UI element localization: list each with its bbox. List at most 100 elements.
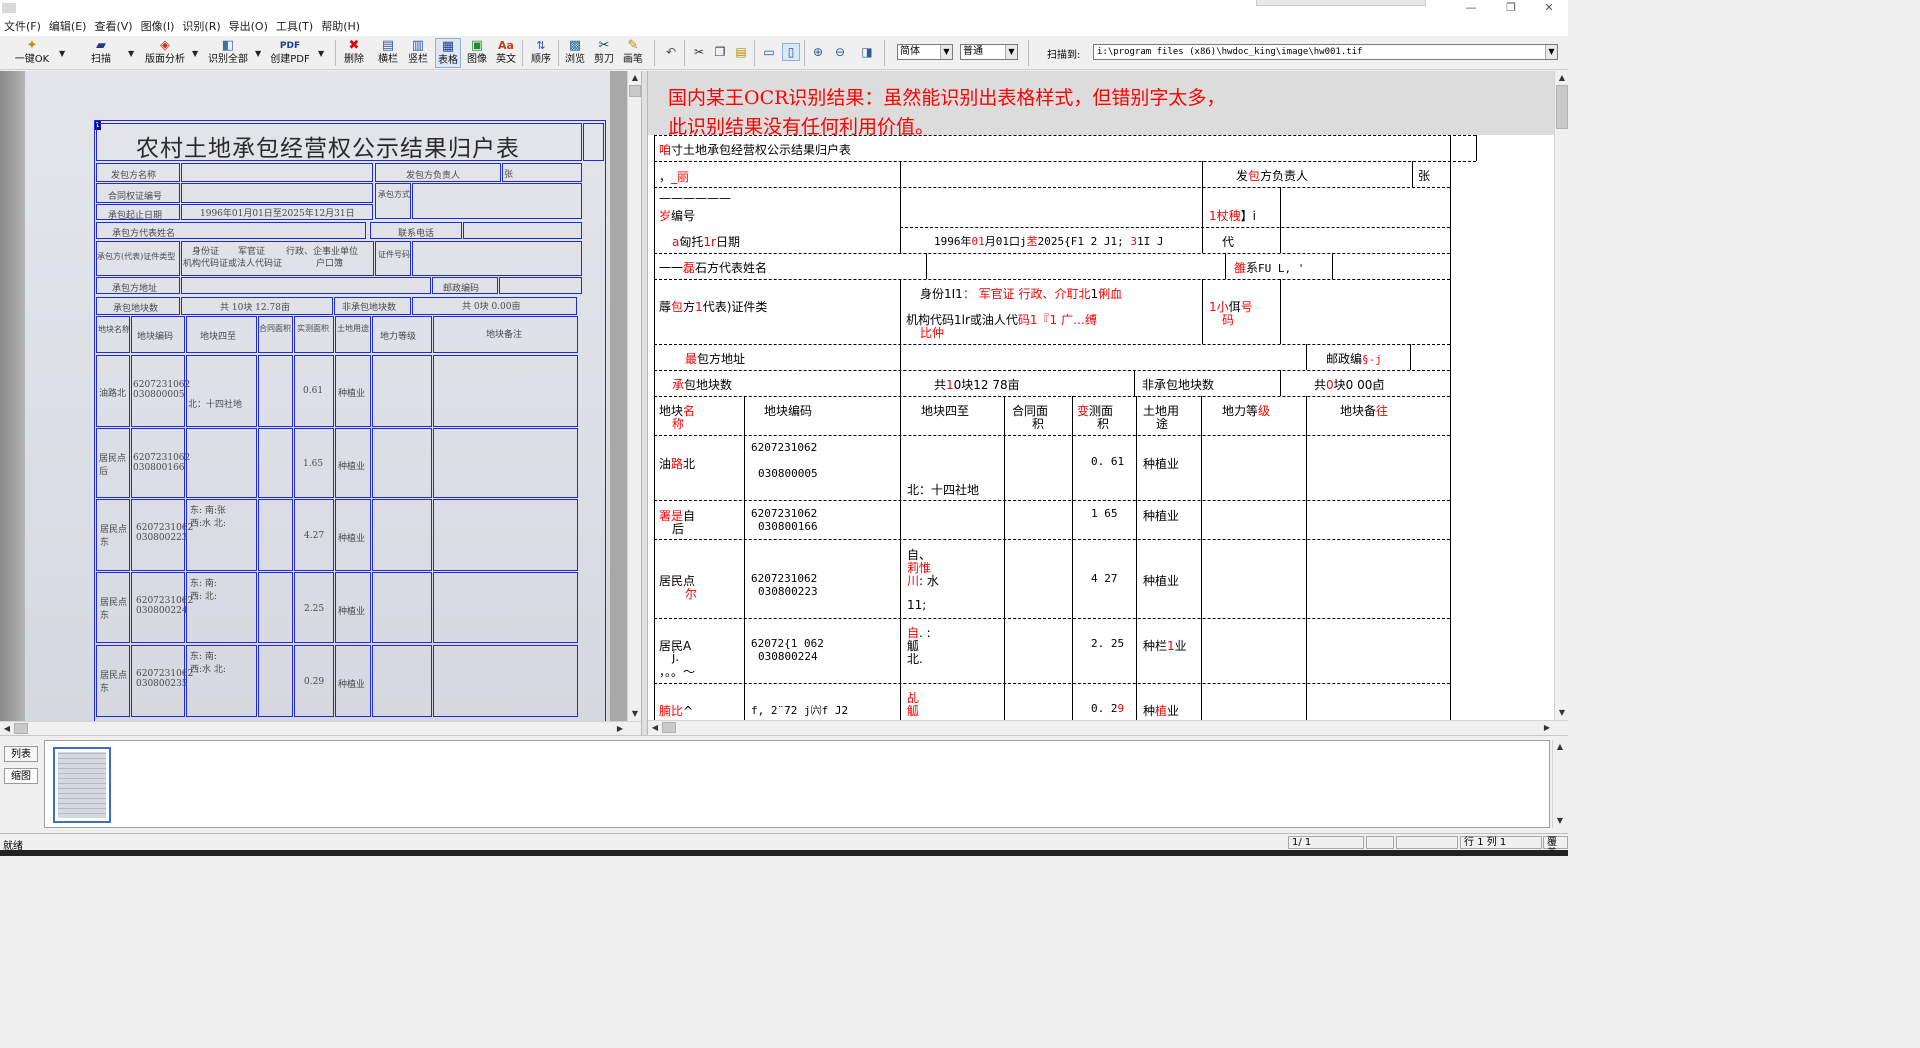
- region-box[interactable]: [433, 355, 578, 427]
- delete-button[interactable]: ✖ 删除: [342, 38, 366, 68]
- cut-icon[interactable]: ✂: [690, 43, 708, 61]
- region-box[interactable]: [186, 355, 257, 427]
- region-box[interactable]: [372, 572, 432, 643]
- zoom-out-icon[interactable]: ⊖: [831, 43, 849, 61]
- scan-button[interactable]: ▰ 扫描: [86, 38, 116, 68]
- result-pane[interactable]: 国内某王OCR识别结果：虽然能识别出表格样式，但错别字太多， 此识别结果没有任何…: [648, 71, 1554, 720]
- menu-view[interactable]: 查看(V): [90, 18, 136, 36]
- chevron-down-icon[interactable]: ▼: [128, 49, 134, 58]
- scrollbar-thumb[interactable]: [662, 722, 676, 733]
- table-button[interactable]: ▦ 表格: [435, 38, 461, 68]
- restore-button[interactable]: ❐: [1492, 0, 1530, 16]
- region-box[interactable]: [433, 499, 578, 571]
- result-cell: 川: 水: [907, 574, 939, 588]
- scroll-up-icon[interactable]: ▲: [1555, 71, 1568, 85]
- chevron-down-icon[interactable]: ▼: [255, 49, 261, 58]
- scan-path-select[interactable]: i:\program files (x86)\hwdoc_king\image\…: [1093, 44, 1558, 60]
- region-box[interactable]: [181, 183, 373, 203]
- region-box[interactable]: [433, 428, 578, 498]
- region-box[interactable]: [258, 428, 293, 498]
- region-box[interactable]: [294, 316, 334, 353]
- order-button[interactable]: ⇅ 顺序: [528, 38, 554, 68]
- region-box[interactable]: [372, 428, 432, 498]
- scrollbar-thumb[interactable]: [1556, 85, 1568, 129]
- region-box[interactable]: [258, 355, 293, 427]
- paste-icon[interactable]: ▤: [732, 43, 750, 61]
- close-button[interactable]: ✕: [1530, 0, 1568, 16]
- recognize-all-button[interactable]: ◧ 识别全部: [206, 38, 250, 68]
- result-vertical-scrollbar[interactable]: ▲ ▼: [1554, 71, 1568, 720]
- scroll-right-icon[interactable]: ▶: [1540, 721, 1554, 735]
- result-cell: 码: [1222, 313, 1235, 327]
- scroll-up-icon[interactable]: ▲: [1553, 740, 1567, 754]
- english-button[interactable]: Aa 英文: [494, 38, 518, 68]
- page-thumbnail[interactable]: [53, 747, 111, 823]
- pane-splitter[interactable]: [641, 71, 648, 735]
- mode-select[interactable]: 普通 ▼: [960, 44, 1018, 60]
- menu-file[interactable]: 文件(F): [0, 18, 45, 36]
- scroll-down-icon[interactable]: ▼: [628, 707, 641, 721]
- create-pdf-button[interactable]: PDF 创建PDF: [270, 38, 310, 68]
- tab-list[interactable]: 列表: [4, 746, 38, 762]
- scrollbar-thumb[interactable]: [629, 85, 641, 97]
- scrollbar-thumb[interactable]: [14, 723, 28, 734]
- region-box[interactable]: [372, 645, 432, 717]
- thumbnail-scrollbar[interactable]: ▲ ▼: [1552, 740, 1566, 828]
- vertical-column-button[interactable]: ▥ 竖栏: [406, 38, 430, 68]
- region-box[interactable]: [412, 241, 582, 276]
- menu-recognize[interactable]: 识别(R): [178, 18, 224, 36]
- result-horizontal-scrollbar[interactable]: ◀ ▶: [648, 720, 1568, 734]
- menu-tools[interactable]: 工具(T): [272, 18, 317, 36]
- image-button[interactable]: ▣ 图像: [465, 38, 489, 68]
- region-box[interactable]: [433, 572, 578, 643]
- image-vertical-scrollbar[interactable]: ▲ ▼: [627, 71, 641, 721]
- scroll-up-icon[interactable]: ▲: [628, 71, 641, 85]
- scroll-left-icon[interactable]: ◀: [648, 721, 662, 735]
- region-box[interactable]: [258, 499, 293, 571]
- fit-page-icon[interactable]: ◨: [858, 43, 876, 61]
- scroll-down-icon[interactable]: ▼: [1553, 814, 1567, 828]
- region-box[interactable]: [502, 163, 582, 182]
- zoom-in-icon[interactable]: ⊕: [809, 43, 827, 61]
- region-box[interactable]: [258, 572, 293, 643]
- menu-edit[interactable]: 编辑(E): [45, 18, 91, 36]
- language-select[interactable]: 简体 ▼: [897, 44, 953, 60]
- copy-icon[interactable]: ❐: [711, 43, 729, 61]
- region-box[interactable]: [499, 277, 582, 294]
- chevron-down-icon[interactable]: ▼: [318, 49, 324, 58]
- region-box[interactable]: [181, 163, 373, 182]
- image-horizontal-scrollbar[interactable]: ◀ ▶: [0, 721, 641, 735]
- single-page-icon[interactable]: ▭: [760, 43, 778, 61]
- layout-analysis-button[interactable]: ◈ 版面分析: [143, 38, 187, 68]
- region-box[interactable]: [186, 428, 257, 498]
- region-box[interactable]: [463, 222, 582, 239]
- region-box[interactable]: [372, 499, 432, 571]
- scroll-down-icon[interactable]: ▼: [1555, 706, 1568, 720]
- tab-thumbnail[interactable]: 缩图: [4, 768, 38, 784]
- region-box[interactable]: [583, 123, 604, 161]
- cut-button[interactable]: ✂ 剪刀: [592, 38, 616, 68]
- region-box[interactable]: [258, 645, 293, 717]
- minimize-button[interactable]: —: [1452, 0, 1490, 16]
- image-pane[interactable]: 1 农村土地承包经营权公示结果归户表 发包方名称 发包方负责人 张 合同权证编号…: [0, 71, 641, 735]
- chevron-down-icon[interactable]: ▼: [59, 49, 65, 58]
- browse-button[interactable]: ▩ 浏览: [563, 38, 587, 68]
- region-box[interactable]: [372, 355, 432, 427]
- chevron-down-icon[interactable]: ▼: [192, 49, 198, 58]
- toolbar-separator: [684, 40, 685, 66]
- region-box[interactable]: [335, 316, 371, 353]
- menu-help[interactable]: 帮助(H): [317, 18, 364, 36]
- horizontal-column-button[interactable]: ▤ 横栏: [376, 38, 400, 68]
- one-click-ok-button[interactable]: ✦ 一键OK: [14, 38, 50, 68]
- double-page-icon[interactable]: ▯: [782, 43, 800, 61]
- region-box[interactable]: [433, 645, 578, 717]
- scroll-right-icon[interactable]: ▶: [613, 722, 627, 735]
- region-box[interactable]: [412, 183, 582, 219]
- undo-icon[interactable]: ↶: [662, 43, 680, 61]
- scroll-left-icon[interactable]: ◀: [0, 722, 14, 735]
- menu-export[interactable]: 导出(O): [225, 18, 272, 36]
- region-box[interactable]: [258, 316, 293, 353]
- pen-button[interactable]: ✎ 画笔: [621, 38, 645, 68]
- region-box[interactable]: [181, 277, 431, 294]
- menu-image[interactable]: 图像(I): [137, 18, 179, 36]
